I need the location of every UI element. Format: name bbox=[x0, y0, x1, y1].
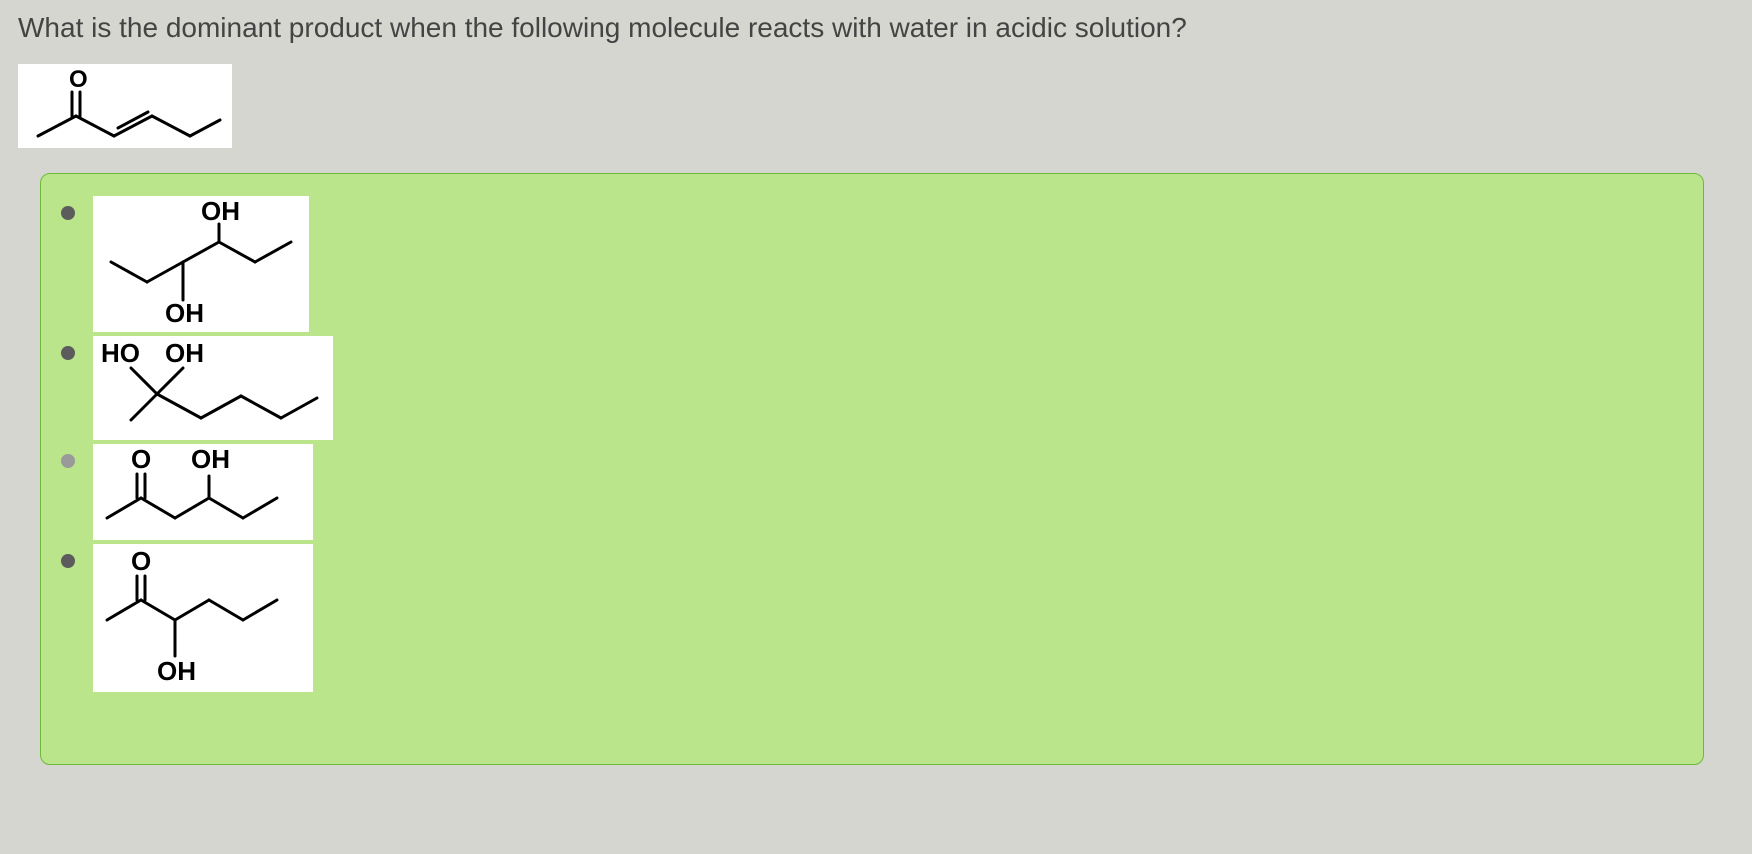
question-molecule-image: O bbox=[18, 64, 232, 148]
question-text: What is the dominant product when the fo… bbox=[0, 0, 1752, 58]
option-d-structure: O OH bbox=[93, 544, 313, 692]
label-O: O bbox=[131, 448, 151, 474]
label-OH-bottom: OH bbox=[165, 298, 204, 328]
option-b[interactable]: HO OH bbox=[61, 336, 1683, 440]
label-OH-top: OH bbox=[201, 200, 240, 226]
option-c-structure: O OH bbox=[93, 444, 313, 540]
option-a[interactable]: OH OH bbox=[61, 196, 1683, 332]
option-c[interactable]: O OH bbox=[61, 444, 1683, 540]
bullet-icon bbox=[61, 554, 75, 568]
label-OH: OH bbox=[191, 448, 230, 474]
bullet-icon bbox=[61, 454, 75, 468]
label-HO: HO bbox=[101, 340, 140, 368]
label-OH: OH bbox=[157, 656, 196, 686]
options-panel: OH OH HO OH bbox=[40, 173, 1704, 765]
label-O: O bbox=[131, 548, 151, 576]
label-O: O bbox=[69, 70, 88, 93]
label-OH: OH bbox=[165, 340, 204, 368]
option-a-structure: OH OH bbox=[93, 196, 309, 332]
option-d[interactable]: O OH bbox=[61, 544, 1683, 692]
option-b-structure: HO OH bbox=[93, 336, 333, 440]
bullet-icon bbox=[61, 346, 75, 360]
bullet-icon bbox=[61, 206, 75, 220]
